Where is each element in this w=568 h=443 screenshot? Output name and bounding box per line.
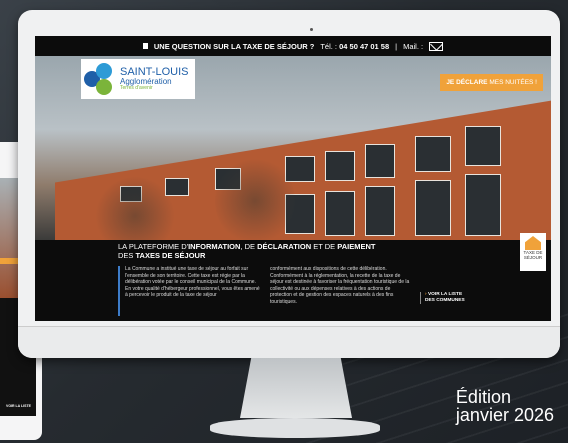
edition-line2: janvier 2026 [455,405,554,425]
imac-screen: UNE QUESTION SUR LA TAXE DE SÉJOUR ? Tél… [35,36,551,321]
imac-chin [18,326,560,358]
question-text: UNE QUESTION SUR LA TAXE DE SÉJOUR ? [153,41,315,51]
top-info-bar: UNE QUESTION SUR LA TAXE DE SÉJOUR ? Tél… [35,36,551,56]
voir-communes-link[interactable]: › VOIR LA LISTE DES COMMUNES [420,292,465,304]
taxe-line2: SÉJOUR [523,254,543,260]
phone-info: Tél. : 04 50 47 01 58 [320,42,389,51]
edition-line1: Édition [455,387,511,407]
description-col2: conformément aux dispositions de cette d… [270,266,410,305]
saint-louis-logo[interactable]: SAINT-LOUIS Agglomération Terres d'aveni… [81,59,195,99]
house-icon [525,236,541,250]
logo-tagline: Terres d'avenir [120,85,153,91]
accent-bar [118,266,120,316]
mail-label: Mail. : [403,41,424,51]
info-square-icon [142,43,148,49]
camera-icon [310,28,313,31]
mail-icon[interactable] [429,41,444,51]
taxe-sejour-badge[interactable]: TAXE DE SÉJOUR [520,233,546,271]
info-section: LA PLATEFORME D'INFORMATION, DE DÉCLARAT… [35,240,551,321]
logo-mark-icon [84,63,116,95]
tel-number[interactable]: 04 50 47 01 58 [339,42,389,51]
tel-label: Tél. : [320,41,337,51]
hero-image: SAINT-LOUIS Agglomération Terres d'aveni… [35,56,551,240]
phone-voir-link[interactable]: VOIR LA LISTE [6,404,31,408]
declare-strong: JE DÉCLARE [446,79,488,86]
separator: | [395,41,398,51]
description-col1: La Commune a institué une taxe de séjour… [125,266,260,298]
imac-foot [210,418,380,438]
declare-rest: MES NUITÉES ! [489,79,537,86]
declare-button[interactable]: JE DÉCLARE MES NUITÉES ! [440,74,543,91]
edition-label: Édition janvier 2026 [456,388,554,424]
page-title: LA PLATEFORME D'INFORMATION, DE DÉCLARAT… [118,242,376,260]
imac-stand [240,358,352,418]
